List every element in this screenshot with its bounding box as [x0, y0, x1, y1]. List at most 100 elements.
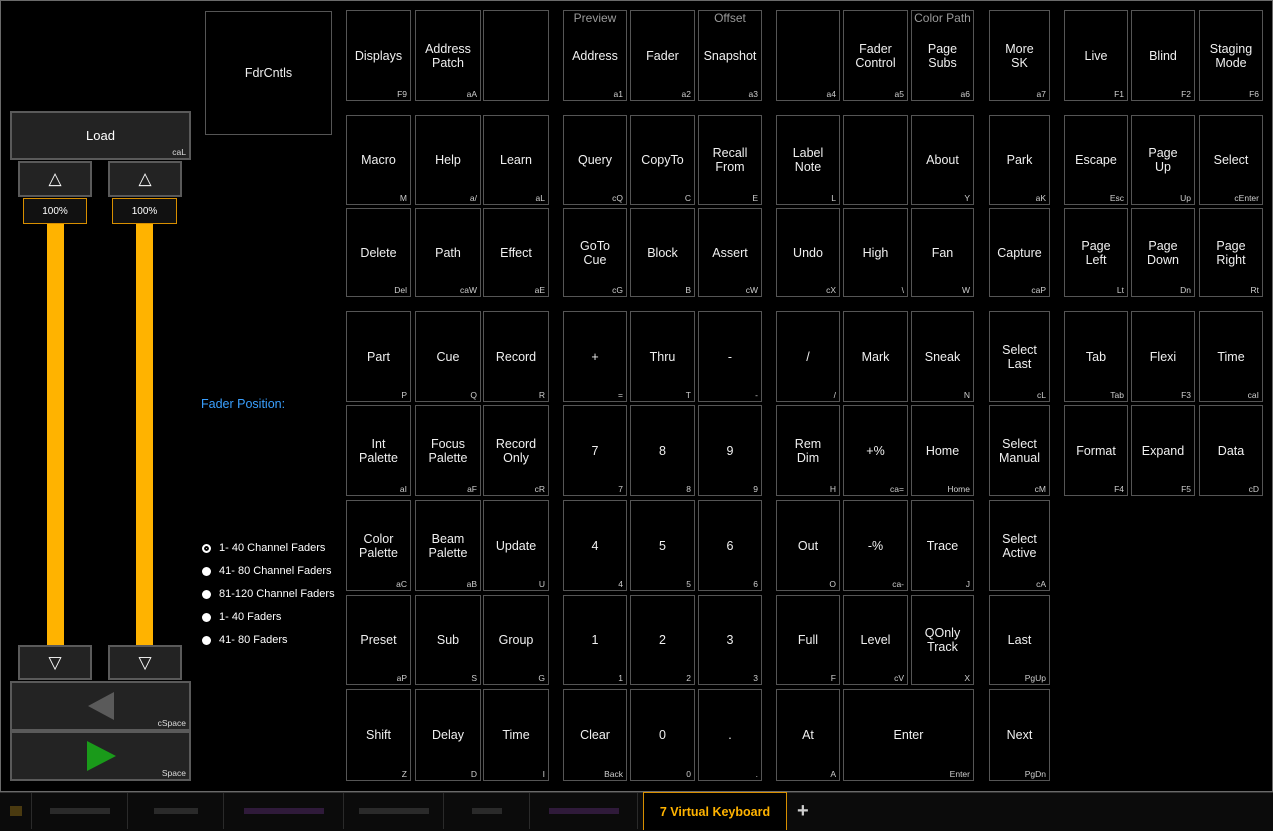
key-delete-26[interactable]: Delete Del — [346, 208, 411, 297]
key-7-55[interactable]: 77 — [563, 405, 627, 496]
key-trace-73[interactable]: Trace J — [911, 500, 974, 591]
fader-position-option-4[interactable]: 41- 80 Faders — [202, 634, 287, 646]
fader-position-option-2[interactable]: 81-120 Channel Faders — [202, 588, 335, 600]
key-time-51[interactable]: Time caI — [1199, 311, 1263, 402]
key-label-note-19[interactable]: Label Note L — [776, 115, 840, 205]
key-more-sk-9[interactable]: More SK a7 — [989, 10, 1050, 101]
key-learn-15[interactable]: Learn aL — [483, 115, 549, 205]
key-macro-13[interactable]: Macro M — [346, 115, 411, 205]
key-address-3[interactable]: Preview Address a1 — [563, 10, 627, 101]
key-symbol-90[interactable]: .. — [698, 689, 762, 781]
key-undo-32[interactable]: Undo cX — [776, 208, 840, 297]
key-qonly-track-83[interactable]: QOnly Track X — [911, 595, 974, 685]
fdrcntls-button[interactable]: FdrCntls — [205, 11, 332, 135]
key-9-57[interactable]: 99 — [698, 405, 762, 496]
key-select-active-74[interactable]: Select Active cA — [989, 500, 1050, 591]
key-home-60[interactable]: Home Home — [911, 405, 974, 496]
key-4-68[interactable]: 44 — [563, 500, 627, 591]
key-page-down-37[interactable]: Page Down Dn — [1131, 208, 1195, 297]
key-displays-0[interactable]: Displays F9 — [346, 10, 411, 101]
key-symbol-42[interactable]: + = — [563, 311, 627, 402]
key-capture-35[interactable]: Capture caP — [989, 208, 1050, 297]
key-symbol-59[interactable]: +% ca= — [843, 405, 908, 496]
fader-1-slider[interactable] — [47, 224, 64, 645]
key-rem-dim-58[interactable]: Rem Dim H — [776, 405, 840, 496]
key-page-right-38[interactable]: Page Right Rt — [1199, 208, 1263, 297]
key-out-71[interactable]: Out O — [776, 500, 840, 591]
tab-home[interactable] — [0, 793, 32, 829]
key-int-palette-52[interactable]: Int Palette aI — [346, 405, 411, 496]
key-blank-20[interactable] — [843, 115, 908, 205]
key-symbol-45[interactable]: / / — [776, 311, 840, 402]
key-mark-46[interactable]: Mark — [843, 311, 908, 402]
key-record-41[interactable]: Record R — [483, 311, 549, 402]
key-high-33[interactable]: High \ — [843, 208, 908, 297]
key-record-only-54[interactable]: Record Only cR — [483, 405, 549, 496]
key-address-patch-1[interactable]: Address Patch aA — [415, 10, 481, 101]
key-color-palette-65[interactable]: Color Palette aC — [346, 500, 411, 591]
back-button[interactable]: cSpace — [10, 681, 191, 731]
key-recall-from-18[interactable]: Recall From E — [698, 115, 762, 205]
tab-dim-4[interactable] — [344, 793, 444, 829]
fader-position-option-3[interactable]: 1- 40 Faders — [202, 611, 281, 623]
key-group-77[interactable]: Group G — [483, 595, 549, 685]
key-6-70[interactable]: 66 — [698, 500, 762, 591]
key-2-79[interactable]: 22 — [630, 595, 695, 685]
key-page-subs-8[interactable]: Color Path Page Subs a6 — [911, 10, 974, 101]
key-enter-92[interactable]: Enter Enter — [843, 689, 974, 781]
key-0-89[interactable]: 00 — [630, 689, 695, 781]
key-select-manual-61[interactable]: Select Manual cM — [989, 405, 1050, 496]
key-copyto-17[interactable]: CopyTo C — [630, 115, 695, 205]
key-8-56[interactable]: 88 — [630, 405, 695, 496]
key-help-14[interactable]: Help a/ — [415, 115, 481, 205]
key-page-up-24[interactable]: Page Up Up — [1131, 115, 1195, 205]
radio-button[interactable] — [202, 566, 211, 576]
key-update-67[interactable]: Update U — [483, 500, 549, 591]
fader-2-up-button[interactable]: △ — [108, 161, 182, 197]
key-data-64[interactable]: Data cD — [1199, 405, 1263, 496]
key-snapshot-5[interactable]: Offset Snapshot a3 — [698, 10, 762, 101]
fader-1-down-button[interactable]: ▽ — [18, 645, 92, 680]
key-3-80[interactable]: 33 — [698, 595, 762, 685]
key-blank-2[interactable] — [483, 10, 549, 101]
fader-position-option-0[interactable]: 1- 40 Channel Faders — [202, 542, 325, 554]
key-level-82[interactable]: Level cV — [843, 595, 908, 685]
key-tab-49[interactable]: Tab Tab — [1064, 311, 1128, 402]
key-thru-43[interactable]: Thru T — [630, 311, 695, 402]
key-block-30[interactable]: Block B — [630, 208, 695, 297]
key-preset-75[interactable]: Preset aP — [346, 595, 411, 685]
fader-1-up-button[interactable]: △ — [18, 161, 92, 197]
key-goto-cue-29[interactable]: GoTo Cue cG — [563, 208, 627, 297]
tab-dim-3[interactable] — [224, 793, 344, 829]
key-path-27[interactable]: Path caW — [415, 208, 481, 297]
key-staging-mode-12[interactable]: Staging Mode F6 — [1199, 10, 1263, 101]
key-park-22[interactable]: Park aK — [989, 115, 1050, 205]
key-select-last-48[interactable]: Select Last cL — [989, 311, 1050, 402]
key-symbol-44[interactable]: -- — [698, 311, 762, 402]
key-blind-11[interactable]: Blind F2 — [1131, 10, 1195, 101]
key-assert-31[interactable]: Assert cW — [698, 208, 762, 297]
tab-dim-6[interactable] — [530, 793, 638, 829]
fader-position-option-1[interactable]: 41- 80 Channel Faders — [202, 565, 332, 577]
key-about-21[interactable]: About Y — [911, 115, 974, 205]
tab-dim-2[interactable] — [128, 793, 224, 829]
key-clear-88[interactable]: Clear Back — [563, 689, 627, 781]
key-next-93[interactable]: Next PgDn — [989, 689, 1050, 781]
key-select-25[interactable]: Select cEnter — [1199, 115, 1263, 205]
key-symbol-72[interactable]: -% ca- — [843, 500, 908, 591]
key-shift-85[interactable]: Shift Z — [346, 689, 411, 781]
key-time-87[interactable]: Time I — [483, 689, 549, 781]
key-at-91[interactable]: At A — [776, 689, 840, 781]
tab-dim-5[interactable] — [444, 793, 530, 829]
add-tab-button[interactable]: + — [797, 800, 809, 823]
key-full-81[interactable]: Full F — [776, 595, 840, 685]
key-beam-palette-66[interactable]: Beam Palette aB — [415, 500, 481, 591]
load-button[interactable]: Load caL — [10, 111, 191, 160]
tab-virtual-keyboard[interactable]: 7 Virtual Keyboard — [643, 792, 787, 830]
radio-button[interactable] — [202, 589, 211, 599]
key-expand-63[interactable]: Expand F5 — [1131, 405, 1195, 496]
key-page-left-36[interactable]: Page Left Lt — [1064, 208, 1128, 297]
key-fader-control-7[interactable]: Fader Control a5 — [843, 10, 908, 101]
key-fan-34[interactable]: Fan W — [911, 208, 974, 297]
key-part-39[interactable]: Part P — [346, 311, 411, 402]
